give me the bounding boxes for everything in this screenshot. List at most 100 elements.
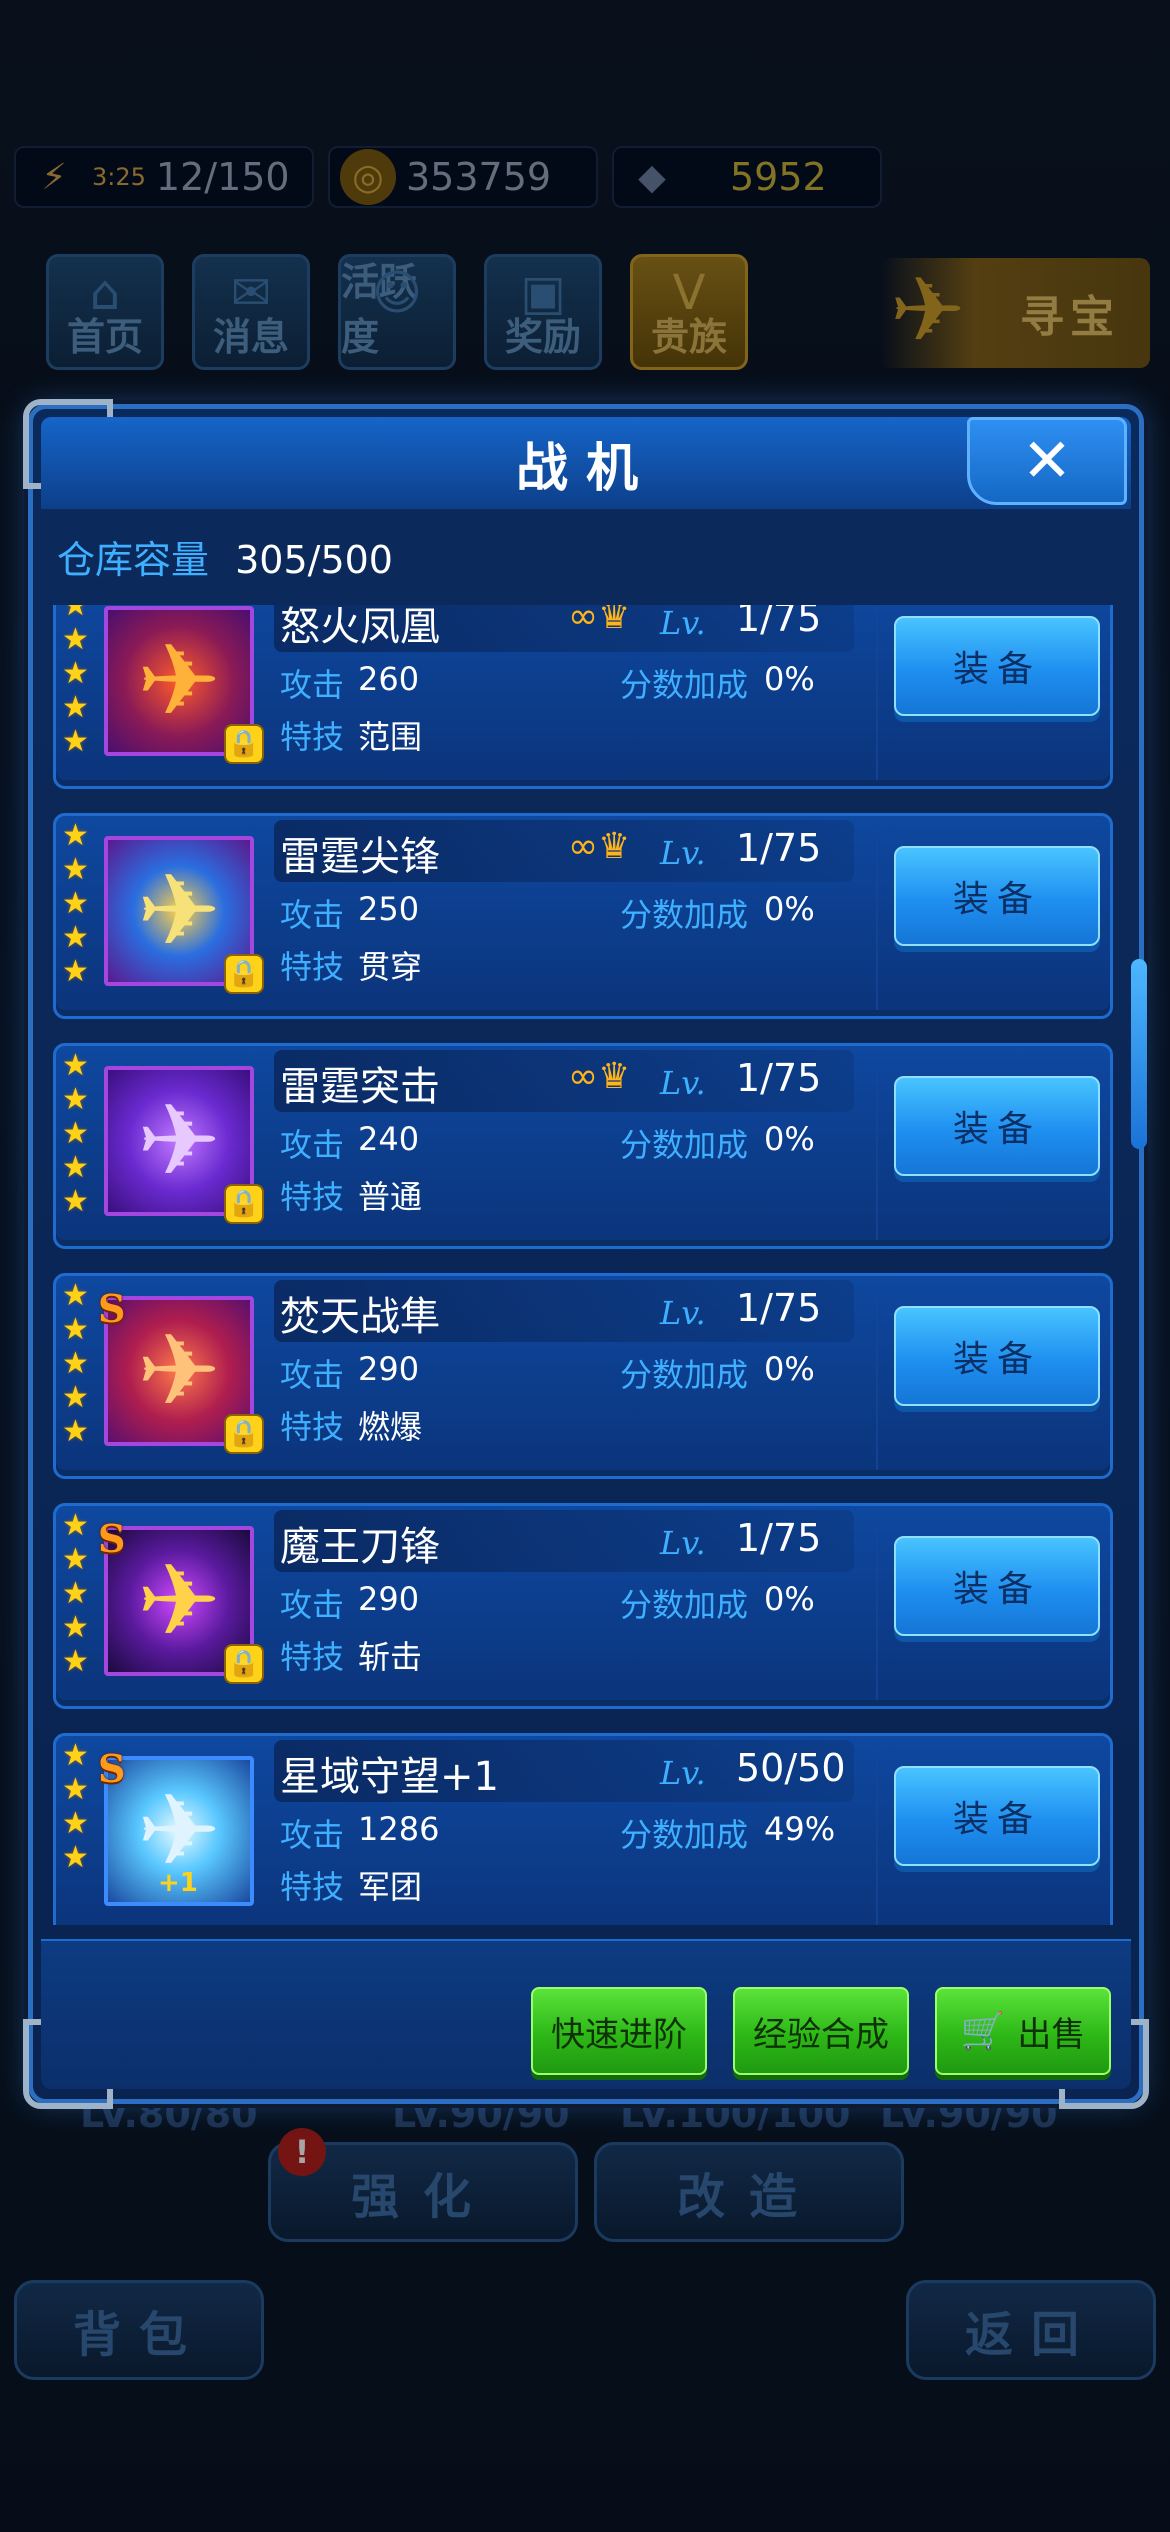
star-icon: ★ bbox=[62, 724, 89, 759]
medal-icon: ∞♛ bbox=[568, 826, 631, 867]
fighter-item[interactable]: ★ ★ ★ ★ ★ ✈ 🔒 雷霆尖锋 ∞♛ Lv. 1/75 攻击 250 分数加成 0… bbox=[53, 813, 1113, 1019]
lock-icon: 🔒 bbox=[224, 724, 264, 764]
fighter-item[interactable]: ★ ★ ★ ★ ★ ✈ S 🔒 焚天战隼 Lv. 1/75 攻击 290 分数加成 0%… bbox=[53, 1273, 1113, 1479]
equip-button[interactable]: 装备 bbox=[894, 1766, 1100, 1866]
star-icon: ★ bbox=[62, 920, 89, 955]
fighter-jet-icon: ✈ bbox=[137, 852, 221, 969]
quick-advance-button[interactable]: 快速进阶 bbox=[531, 1987, 707, 2075]
s-rank-badge: S bbox=[98, 1746, 126, 1791]
bonus-label: 分数加成 bbox=[620, 1586, 749, 1624]
star-icon: ★ bbox=[62, 954, 89, 989]
quick-advance-label: 快速进阶 bbox=[551, 2014, 687, 2055]
level-value: 1/75 bbox=[736, 1286, 822, 1330]
level-value: 1/75 bbox=[736, 1056, 822, 1100]
fighter-list[interactable]: ★ ★ ★ ★ ★ ✈ 🔒 怒火凤凰 ∞♛ Lv. 1/75 攻击 260 分数加成 0… bbox=[53, 605, 1123, 1925]
skill-label: 特技 bbox=[280, 718, 345, 756]
bonus-value: 49% bbox=[764, 1810, 836, 1848]
lock-icon: 🔒 bbox=[224, 1644, 264, 1684]
star-icon: ★ bbox=[62, 1082, 89, 1117]
close-icon: ✕ bbox=[1021, 426, 1073, 496]
attack-label: 攻击 bbox=[280, 666, 345, 704]
skill-label: 特技 bbox=[280, 1868, 345, 1906]
attack-value: 250 bbox=[358, 890, 420, 928]
star-icon: ★ bbox=[62, 1150, 89, 1185]
level-label: Lv. bbox=[660, 1064, 706, 1102]
s-rank-badge: S bbox=[98, 1516, 126, 1561]
star-icon: ★ bbox=[62, 1542, 89, 1577]
star-icon: ★ bbox=[62, 886, 89, 921]
lock-icon: 🔒 bbox=[224, 954, 264, 994]
fighter-item[interactable]: ★ ★ ★ ★ ✈ S +1 星域守望+1 Lv. 50/50 攻击 1286 分数加… bbox=[53, 1733, 1113, 1925]
fighter-jet-icon: ✈ bbox=[137, 622, 221, 739]
skill-label: 特技 bbox=[280, 1178, 345, 1216]
close-button[interactable]: ✕ bbox=[967, 417, 1127, 505]
level-value: 1/75 bbox=[736, 605, 822, 640]
star-rating: ★ ★ ★ ★ ★ bbox=[62, 1510, 92, 1678]
exp-merge-button[interactable]: 经验合成 bbox=[733, 1987, 909, 2075]
fighter-item[interactable]: ★ ★ ★ ★ ★ ✈ 🔒 雷霆突击 ∞♛ Lv. 1/75 攻击 240 分数加成 0… bbox=[53, 1043, 1113, 1249]
skill-label: 特技 bbox=[280, 1408, 345, 1446]
attack-label: 攻击 bbox=[280, 1356, 345, 1394]
s-rank-badge: S bbox=[98, 1286, 126, 1331]
capacity-label: 仓库容量 bbox=[57, 538, 210, 582]
star-rating: ★ ★ ★ ★ ★ bbox=[62, 820, 92, 988]
level-value: 1/75 bbox=[736, 1516, 822, 1560]
level-value: 1/75 bbox=[736, 826, 822, 870]
star-icon: ★ bbox=[62, 690, 89, 725]
dialog-title: 战机 bbox=[515, 438, 656, 499]
dialog-footer: 快速进阶 经验合成 🛒 出售 bbox=[41, 1939, 1131, 2089]
fighter-item[interactable]: ★ ★ ★ ★ ★ ✈ 🔒 怒火凤凰 ∞♛ Lv. 1/75 攻击 260 分数加成 0… bbox=[53, 605, 1113, 789]
bonus-label: 分数加成 bbox=[620, 1356, 749, 1394]
divider bbox=[876, 605, 878, 780]
skill-value: 范围 bbox=[358, 718, 423, 756]
star-icon: ★ bbox=[62, 1644, 89, 1679]
fighter-name: 雷霆尖锋 bbox=[280, 834, 440, 880]
divider bbox=[876, 1054, 878, 1240]
star-icon: ★ bbox=[62, 1576, 89, 1611]
fighter-name: 魔王刀锋 bbox=[280, 1524, 440, 1570]
equip-button[interactable]: 装备 bbox=[894, 1076, 1100, 1176]
equip-button[interactable]: 装备 bbox=[894, 1306, 1100, 1406]
level-label: Lv. bbox=[660, 1524, 706, 1562]
equip-button[interactable]: 装备 bbox=[894, 616, 1100, 716]
fighter-item[interactable]: ★ ★ ★ ★ ★ ✈ S 🔒 魔王刀锋 Lv. 1/75 攻击 290 分数加成 0%… bbox=[53, 1503, 1113, 1709]
fighter-jet-icon: ✈ bbox=[137, 1772, 221, 1889]
attack-label: 攻击 bbox=[280, 1126, 345, 1164]
star-rating: ★ ★ ★ ★ ★ bbox=[62, 1050, 92, 1218]
star-icon: ★ bbox=[62, 1116, 89, 1151]
divider bbox=[876, 1744, 878, 1925]
star-icon: ★ bbox=[62, 852, 89, 887]
bonus-label: 分数加成 bbox=[620, 1126, 749, 1164]
warehouse-capacity: 仓库容量 305/500 bbox=[57, 529, 393, 584]
star-icon: ★ bbox=[62, 1184, 89, 1219]
equip-button[interactable]: 装备 bbox=[894, 846, 1100, 946]
sell-label: 出售 bbox=[1017, 2014, 1086, 2055]
skill-value: 普通 bbox=[358, 1178, 423, 1216]
skill-value: 贯穿 bbox=[358, 948, 423, 986]
star-icon: ★ bbox=[62, 656, 89, 691]
level-label: Lv. bbox=[660, 605, 706, 642]
skill-value: 燃爆 bbox=[358, 1408, 423, 1446]
bonus-value: 0% bbox=[764, 660, 815, 698]
bonus-value: 0% bbox=[764, 1350, 815, 1388]
plus-badge: +1 bbox=[158, 1868, 198, 1898]
star-rating: ★ ★ ★ ★ bbox=[62, 1740, 92, 1874]
attack-value: 290 bbox=[358, 1580, 420, 1618]
fighter-jet-icon: ✈ bbox=[137, 1312, 221, 1429]
equip-button[interactable]: 装备 bbox=[894, 1536, 1100, 1636]
bonus-value: 0% bbox=[764, 890, 815, 928]
fighter-dialog: 战机 ✕ 仓库容量 305/500 ★ ★ ★ ★ ★ ✈ 🔒 怒火凤凰 ∞♛ Lv. … bbox=[23, 399, 1149, 2109]
medal-icon: ∞♛ bbox=[568, 1056, 631, 1097]
fighter-jet-icon: ✈ bbox=[137, 1542, 221, 1659]
skill-label: 特技 bbox=[280, 948, 345, 986]
sell-button[interactable]: 🛒 出售 bbox=[935, 1987, 1111, 2075]
star-icon: ★ bbox=[62, 1738, 89, 1773]
star-icon: ★ bbox=[62, 605, 89, 623]
bonus-label: 分数加成 bbox=[620, 1816, 749, 1854]
level-label: Lv. bbox=[660, 1754, 706, 1792]
attack-value: 240 bbox=[358, 1120, 420, 1158]
bonus-value: 0% bbox=[764, 1120, 815, 1158]
list-scrollbar[interactable] bbox=[1131, 959, 1147, 1149]
cart-icon: 🛒 bbox=[960, 2011, 1006, 2052]
star-icon: ★ bbox=[62, 1312, 89, 1347]
